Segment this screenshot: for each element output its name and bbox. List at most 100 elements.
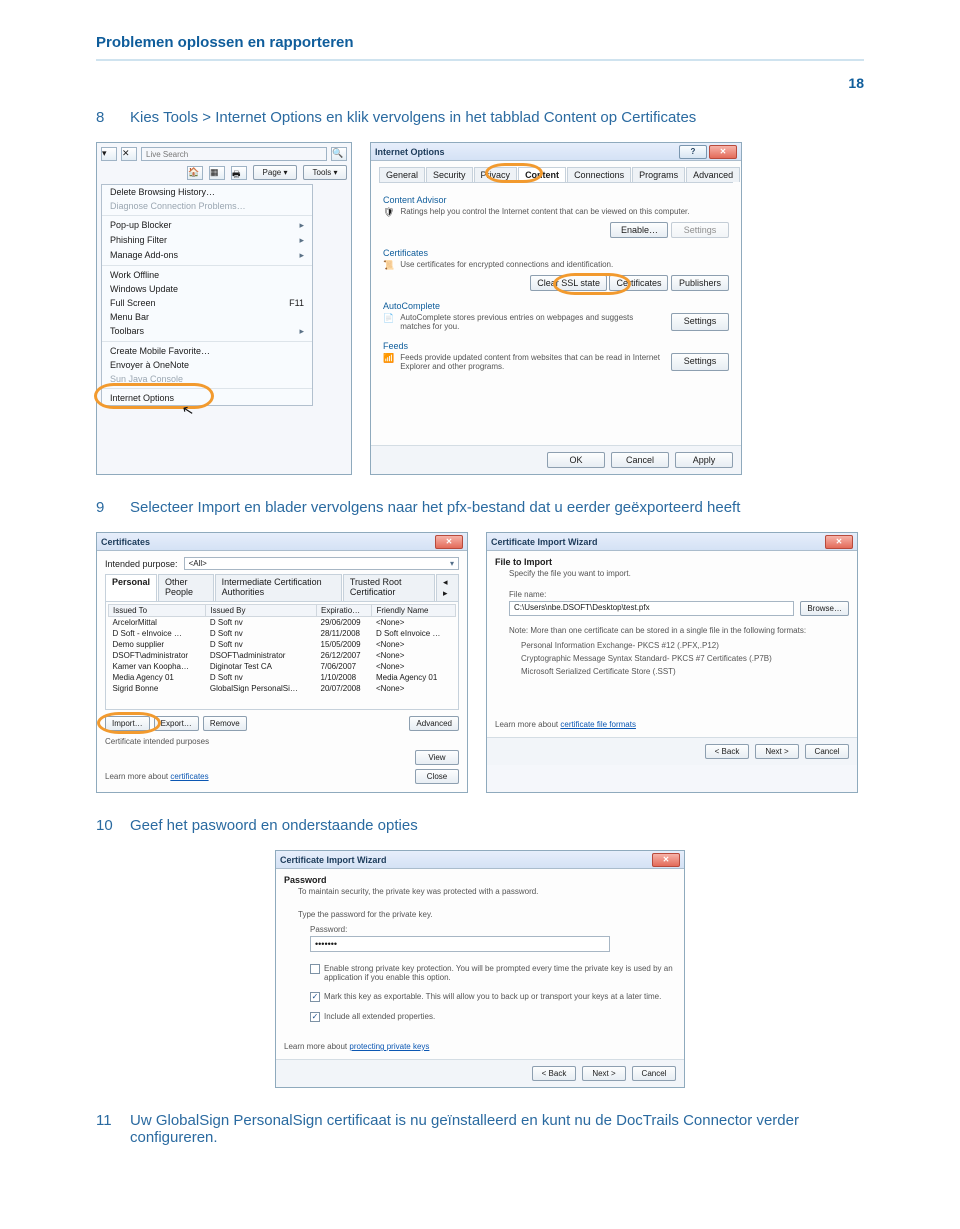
autocomplete-desc: AutoComplete stores previous entries on … [400,313,665,331]
col-issued-to[interactable]: Issued To [109,605,206,617]
checkbox-extended[interactable]: ✓ [310,1012,320,1022]
advanced-button[interactable]: Advanced [409,716,459,731]
autocomplete-label: AutoComplete [383,301,729,311]
back-button[interactable]: < Back [532,1066,576,1081]
help-button[interactable]: ? [679,145,707,159]
intended-purpose-select[interactable]: <All> [184,557,459,570]
nav-fwd-icon[interactable]: ✕ [121,147,137,161]
wizard-title: Certificate Import Wizard [280,855,386,865]
table-row[interactable]: Kamer van Koopha…Diginotar Test CA7/06/2… [109,661,456,672]
autocomplete-icon: 📄 [383,313,394,331]
close-button[interactable]: ✕ [435,535,463,549]
feeds-settings-button[interactable]: Settings [671,353,729,371]
tools-menu[interactable]: Tools ▾ [303,165,347,180]
doc-header: Problemen oplossen en rapporteren [96,34,864,51]
file-name-input[interactable]: C:\Users\nbe.DSOFT\Desktop\test.pfx [509,601,794,616]
wizard-title: Certificate Import Wizard [491,537,597,547]
print-icon[interactable]: 🖶 [231,166,247,180]
next-button[interactable]: Next > [755,744,799,759]
ca-settings-button: Settings [671,222,729,238]
ac-settings-button[interactable]: Settings [671,313,729,331]
menu-sun-java[interactable]: Sun Java Console [102,372,312,386]
tab-general[interactable]: General [379,167,425,182]
page-menu[interactable]: Page ▾ [253,165,297,180]
close-dialog-button[interactable]: Close [415,769,459,784]
clear-ssl-button[interactable]: Clear SSL state [530,275,607,291]
format-p7b: Cryptographic Message Syntax Standard- P… [521,654,849,663]
format-sst: Microsoft Serialized Certificate Store (… [521,667,849,676]
tab-programs[interactable]: Programs [632,167,685,182]
tab-personal[interactable]: Personal [105,574,157,601]
step-10-number: 10 [96,817,116,834]
checkbox-strong-protection[interactable] [310,964,320,974]
feed-icon[interactable]: ▦ [209,166,225,180]
table-row[interactable]: Sigrid BonneGlobalSign PersonalSi…20/07/… [109,683,456,694]
menu-internet-options[interactable]: Internet Options [102,388,312,405]
remove-button[interactable]: Remove [203,716,247,731]
cancel-button[interactable]: Cancel [632,1066,676,1081]
nav-back-icon[interactable]: ▾ [101,147,117,161]
tab-other-people[interactable]: Other People [158,574,214,601]
tab-security[interactable]: Security [426,167,473,182]
certificates-button[interactable]: Certificates [609,275,668,291]
table-row[interactable]: Media Agency 01D Soft nv1/10/2008Media A… [109,672,456,683]
file-formats-link[interactable]: certificate file formats [560,720,636,729]
menu-onenote[interactable]: Envoyer à OneNote [102,358,312,372]
tab-connections[interactable]: Connections [567,167,631,182]
table-row[interactable]: D Soft - eInvoice …D Soft nv28/11/2008D … [109,628,456,639]
menu-popup-blocker[interactable]: Pop-up Blocker▸ [102,215,312,233]
tab-content[interactable]: Content [518,167,566,182]
menu-windows-update[interactable]: Windows Update [102,282,312,296]
wizard-sub: Specify the file you want to import. [509,569,849,578]
protect-keys-link[interactable]: protecting private keys [349,1042,429,1051]
menu-menu-bar[interactable]: Menu Bar [102,310,312,324]
browse-button[interactable]: Browse… [800,601,849,616]
menu-diagnose[interactable]: Diagnose Connection Problems… [102,199,312,213]
table-row[interactable]: DSOFT\administratorDSOFT\administrator26… [109,650,456,661]
menu-delete-history[interactable]: Delete Browsing History… [102,185,312,199]
table-row[interactable]: ArcelorMittalD Soft nv29/06/2009<None> [109,617,456,629]
menu-full-screen[interactable]: Full ScreenF11 [102,296,312,310]
search-go-icon[interactable]: 🔍 [331,147,347,161]
import-button[interactable]: Import… [105,716,150,731]
menu-work-offline[interactable]: Work Offline [102,265,312,282]
tab-intermediate-ca[interactable]: Intermediate Certification Authorities [215,574,342,601]
page-number: 18 [96,75,864,91]
cancel-button[interactable]: Cancel [805,744,849,759]
menu-toolbars[interactable]: Toolbars▸ [102,324,312,339]
step-8-number: 8 [96,109,116,126]
checkbox-exportable[interactable]: ✓ [310,992,320,1002]
password-input[interactable]: ••••••• [310,936,610,952]
close-button[interactable]: ✕ [709,145,737,159]
menu-phishing[interactable]: Phishing Filter▸ [102,233,312,248]
type-password-label: Type the password for the private key. [298,910,676,919]
menu-mobile-favorite[interactable]: Create Mobile Favorite… [102,341,312,358]
back-button[interactable]: < Back [705,744,749,759]
import-wizard-password: Certificate Import Wizard ✕ Password To … [275,850,685,1088]
ok-button[interactable]: OK [547,452,605,468]
home-icon[interactable]: 🏠 [187,166,203,180]
col-issued-by[interactable]: Issued By [206,605,317,617]
format-pfx: Personal Information Exchange- PKCS #12 … [521,641,849,650]
feeds-label: Feeds [383,341,729,351]
view-button[interactable]: View [415,750,459,765]
col-expiration[interactable]: Expiratio… [317,605,372,617]
tab-advanced[interactable]: Advanced [686,167,740,182]
export-button[interactable]: Export… [154,716,199,731]
tab-scroll[interactable]: ◂ ▸ [436,574,459,601]
menu-addons[interactable]: Manage Add-ons▸ [102,248,312,263]
tab-privacy[interactable]: Privacy [474,167,518,182]
tab-trusted-root[interactable]: Trusted Root Certificatior [343,574,435,601]
apply-button[interactable]: Apply [675,452,733,468]
cancel-button[interactable]: Cancel [611,452,669,468]
close-button[interactable]: ✕ [825,535,853,549]
next-button[interactable]: Next > [582,1066,626,1081]
publishers-button[interactable]: Publishers [671,275,729,291]
certificates-link[interactable]: certificates [170,772,208,781]
search-input[interactable]: Live Search [141,147,327,161]
table-row[interactable]: Demo supplierD Soft nv15/05/2009<None> [109,639,456,650]
intended-purpose-label: Intended purpose: [105,559,178,569]
col-friendly-name[interactable]: Friendly Name [372,605,456,617]
close-button[interactable]: ✕ [652,853,680,867]
enable-button[interactable]: Enable… [610,222,668,238]
